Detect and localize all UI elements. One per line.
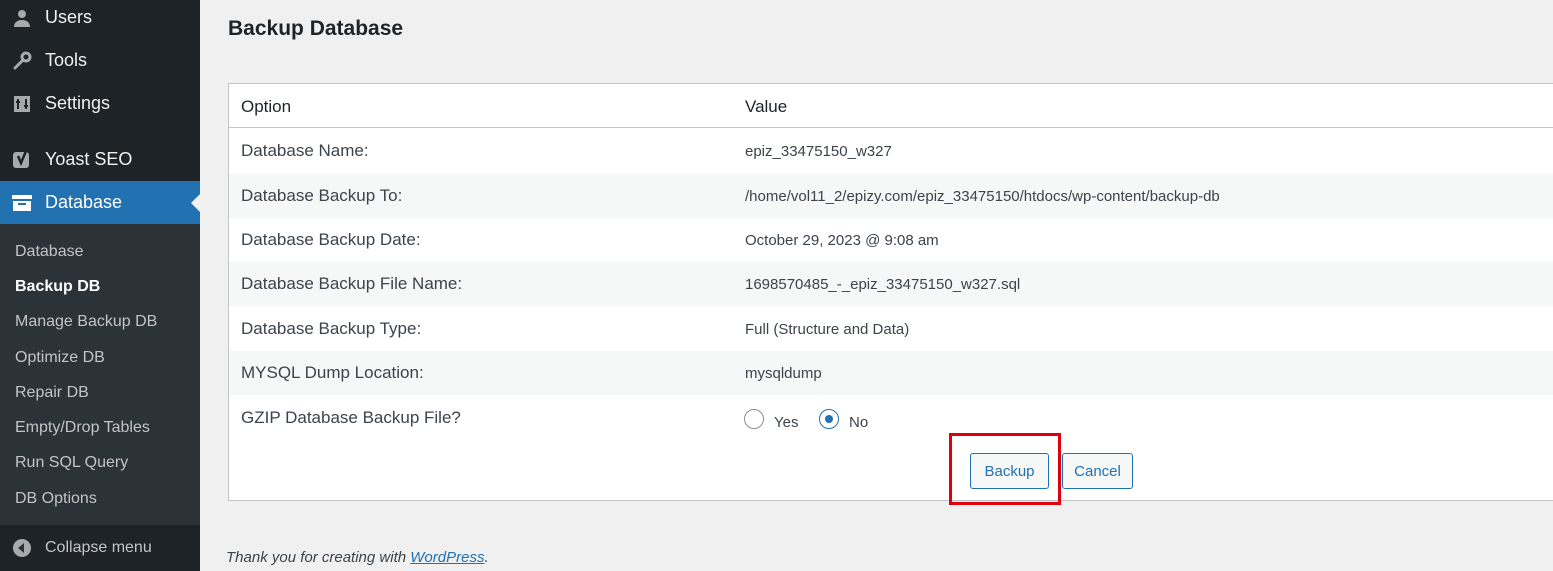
yoast-icon bbox=[11, 149, 33, 171]
menu-label: Tools bbox=[45, 50, 88, 70]
option-label: Database Name: bbox=[241, 141, 369, 160]
gzip-no-radio[interactable] bbox=[819, 409, 839, 429]
table-row: Database Backup Type: Full (Structure an… bbox=[229, 307, 1553, 351]
menu-item-settings[interactable]: Settings bbox=[0, 82, 200, 125]
submenu-item-manage-backup-db[interactable]: Manage Backup DB bbox=[15, 313, 157, 331]
menu-label: Database bbox=[45, 192, 123, 212]
table-header-row: Option Value bbox=[229, 84, 1553, 128]
wordpress-link[interactable]: WordPress bbox=[410, 549, 484, 566]
backup-options-table: Option Value Database Name: epiz_3347515… bbox=[228, 83, 1553, 501]
option-label: GZIP Database Backup File? bbox=[241, 408, 461, 427]
option-label: MYSQL Dump Location: bbox=[241, 363, 424, 382]
menu-label: Settings bbox=[45, 93, 111, 113]
submenu-item-database[interactable]: Database bbox=[15, 243, 84, 261]
option-value: 1698570485_-_epiz_33475150_w327.sql bbox=[745, 276, 1021, 293]
option-label: Database Backup To: bbox=[241, 186, 403, 205]
option-value: /home/vol11_2/epizy.com/epiz_33475150/ht… bbox=[745, 188, 1220, 205]
column-header-value: Value bbox=[745, 97, 788, 116]
option-label: Database Backup File Name: bbox=[241, 274, 463, 293]
menu-item-database[interactable]: Database bbox=[0, 181, 200, 224]
submenu-item-run-sql-query[interactable]: Run SQL Query bbox=[15, 454, 128, 472]
table-row: MYSQL Dump Location: mysqldump bbox=[229, 351, 1553, 395]
menu-label: Users bbox=[45, 7, 93, 27]
submenu-item-optimize-db[interactable]: Optimize DB bbox=[15, 349, 105, 367]
settings-icon bbox=[11, 93, 33, 115]
table-row: Database Backup Date: October 29, 2023 @… bbox=[229, 218, 1553, 262]
database-submenu: Database Backup DB Manage Backup DB Opti… bbox=[0, 224, 200, 525]
submenu-item-backup-db[interactable]: Backup DB bbox=[15, 278, 100, 296]
footer-prefix: Thank you for creating with bbox=[226, 549, 411, 566]
footer-text: Thank you for creating with WordPress. bbox=[226, 549, 489, 566]
submenu-item-repair-db[interactable]: Repair DB bbox=[15, 384, 89, 402]
table-row: Database Name: epiz_33475150_w327 bbox=[229, 129, 1553, 173]
menu-item-tools[interactable]: Tools bbox=[0, 39, 200, 82]
collapse-arrow-icon bbox=[12, 538, 32, 558]
wrench-icon bbox=[11, 50, 33, 72]
column-header-option: Option bbox=[241, 97, 292, 116]
page-title: Backup Database bbox=[228, 17, 404, 40]
option-value: mysqldump bbox=[745, 365, 822, 382]
gzip-yes-label[interactable]: Yes bbox=[774, 414, 798, 431]
footer-suffix: . bbox=[484, 549, 489, 566]
submenu-item-db-options[interactable]: DB Options bbox=[15, 490, 97, 508]
database-icon bbox=[11, 192, 33, 214]
gzip-row: GZIP Database Backup File? Yes No Backup… bbox=[229, 396, 1553, 500]
highlight-annotation bbox=[949, 433, 1061, 505]
submenu-item-empty-drop-tables[interactable]: Empty/Drop Tables bbox=[15, 419, 150, 437]
gzip-yes-radio[interactable] bbox=[744, 409, 764, 429]
table-row: Database Backup File Name: 1698570485_-_… bbox=[229, 262, 1553, 306]
option-value: October 29, 2023 @ 9:08 am bbox=[745, 232, 939, 249]
option-value: epiz_33475150_w327 bbox=[745, 143, 892, 160]
users-icon bbox=[11, 7, 33, 29]
option-label: Database Backup Type: bbox=[241, 319, 422, 338]
table-row: Database Backup To: /home/vol11_2/epizy.… bbox=[229, 174, 1553, 218]
gzip-no-label[interactable]: No bbox=[849, 414, 868, 431]
cancel-button[interactable]: Cancel bbox=[1062, 453, 1133, 489]
collapse-menu-button[interactable]: Collapse menu bbox=[0, 525, 200, 571]
menu-item-yoast-seo[interactable]: Yoast SEO bbox=[0, 138, 200, 181]
collapse-menu-label: Collapse menu bbox=[45, 539, 152, 556]
option-label: Database Backup Date: bbox=[241, 230, 421, 249]
option-value: Full (Structure and Data) bbox=[745, 321, 910, 338]
menu-item-users[interactable]: Users bbox=[0, 0, 200, 39]
admin-sidebar: Users Tools Settings Yoast SEO Database … bbox=[0, 0, 200, 571]
menu-label: Yoast SEO bbox=[45, 149, 133, 169]
